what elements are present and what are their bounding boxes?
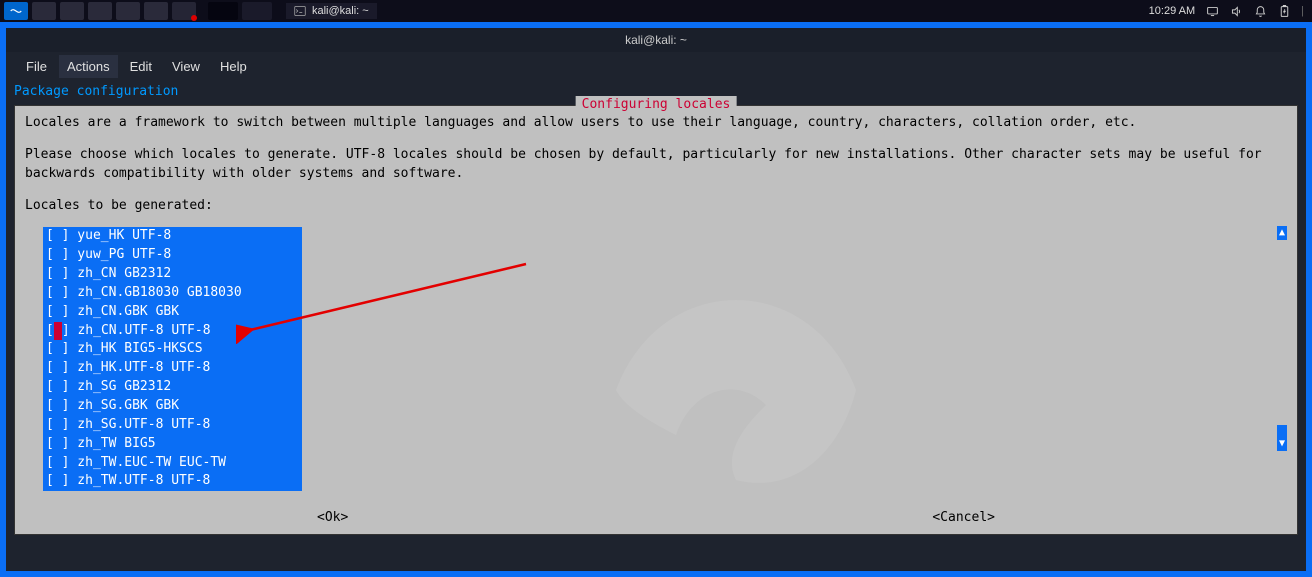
- workspace-1[interactable]: [208, 2, 238, 20]
- menu-actions[interactable]: Actions: [59, 55, 118, 78]
- locale-item[interactable]: [ ] zh_HK.UTF-8 UTF-8: [46, 359, 242, 378]
- locale-item[interactable]: [ ] zh_SG.GBK GBK: [46, 397, 242, 416]
- dialog-buttons: <Ok> <Cancel>: [25, 509, 1287, 528]
- taskbar-entry-label: kali@kali: ~: [312, 5, 369, 17]
- locale-item[interactable]: [ ] zh_CN.UTF-8 UTF-8: [46, 322, 242, 341]
- scrollbar-up-arrow[interactable]: ▲: [1277, 226, 1287, 240]
- ok-button[interactable]: <Ok>: [317, 509, 348, 528]
- volume-icon[interactable]: [1229, 4, 1243, 18]
- battery-icon[interactable]: [1277, 4, 1291, 18]
- locale-item[interactable]: [ ] yuw_PG UTF-8: [46, 246, 242, 265]
- display-icon[interactable]: [1205, 4, 1219, 18]
- locale-item[interactable]: [ ] zh_SG GB2312: [46, 378, 242, 397]
- clock[interactable]: 10:29 AM: [1149, 5, 1195, 17]
- cancel-button[interactable]: <Cancel>: [932, 509, 995, 528]
- scrollbar-thumb[interactable]: [1277, 425, 1287, 437]
- locale-item[interactable]: [ ] zh_CN GB2312: [46, 265, 242, 284]
- taskbar-launcher-3[interactable]: [88, 2, 112, 20]
- window-title-bar[interactable]: kali@kali: ~: [6, 28, 1306, 52]
- dialog-box: Configuring locales Locales are a framew…: [14, 105, 1298, 535]
- dialog-description-1: Locales are a framework to switch betwee…: [25, 114, 1287, 133]
- taskbar-launcher-1[interactable]: [32, 2, 56, 20]
- locale-item[interactable]: [ ] zh_CN.GBK GBK: [46, 303, 242, 322]
- window-title: kali@kali: ~: [625, 33, 687, 47]
- list-scrollbar[interactable]: ▲ ▼: [1277, 226, 1287, 451]
- dialog-description-2: Please choose which locales to generate.…: [25, 146, 1287, 184]
- locale-item[interactable]: [ ] yue_HK UTF-8: [46, 227, 242, 246]
- terminal-body[interactable]: Package configuration Configuring locale…: [6, 80, 1306, 571]
- menu-file[interactable]: File: [18, 55, 55, 78]
- dialog-title: Configuring locales: [576, 96, 737, 115]
- notifications-icon[interactable]: [1253, 4, 1267, 18]
- locale-item[interactable]: [ ] zh_HK BIG5-HKSCS: [46, 340, 242, 359]
- locale-item[interactable]: [ ] zh_TW.UTF-8 UTF-8: [46, 472, 242, 491]
- locale-item[interactable]: [ ] zh_SG.UTF-8 UTF-8: [46, 416, 242, 435]
- locales-list-area: [ ] yue_HK UTF-8[ ] yuw_PG UTF-8[ ] zh_C…: [25, 227, 1287, 491]
- kali-menu-icon[interactable]: [4, 2, 28, 20]
- workspace-2[interactable]: [242, 2, 272, 20]
- panel-left-group: kali@kali: ~: [0, 2, 377, 20]
- menu-view[interactable]: View: [164, 55, 208, 78]
- top-panel: kali@kali: ~ 10:29 AM |: [0, 0, 1312, 22]
- menu-edit[interactable]: Edit: [122, 55, 160, 78]
- locale-item[interactable]: [ ] zh_TW.EUC-TW EUC-TW: [46, 454, 242, 473]
- locale-item[interactable]: [ ] zh_CN.GB18030 GB18030: [46, 284, 242, 303]
- selection-overlay: kali@kali: ~ File Actions Edit View Help…: [0, 22, 1312, 577]
- dialog-prompt: Locales to be generated:: [25, 197, 1287, 216]
- scrollbar-down-arrow[interactable]: ▼: [1277, 437, 1287, 451]
- locales-list[interactable]: [ ] yue_HK UTF-8[ ] yuw_PG UTF-8[ ] zh_C…: [43, 227, 302, 491]
- taskbar-entry-terminal[interactable]: kali@kali: ~: [286, 3, 377, 19]
- locale-item[interactable]: [ ] zh_TW BIG5: [46, 435, 242, 454]
- taskbar-launcher-6[interactable]: [172, 2, 196, 20]
- menu-bar: File Actions Edit View Help: [6, 52, 1306, 80]
- terminal-icon: [294, 5, 306, 17]
- taskbar-launcher-2[interactable]: [60, 2, 84, 20]
- menu-help[interactable]: Help: [212, 55, 255, 78]
- taskbar-launcher-5[interactable]: [144, 2, 168, 20]
- panel-right-group: 10:29 AM |: [1149, 4, 1304, 18]
- taskbar-launcher-4[interactable]: [116, 2, 140, 20]
- terminal-window: kali@kali: ~ File Actions Edit View Help…: [6, 28, 1306, 571]
